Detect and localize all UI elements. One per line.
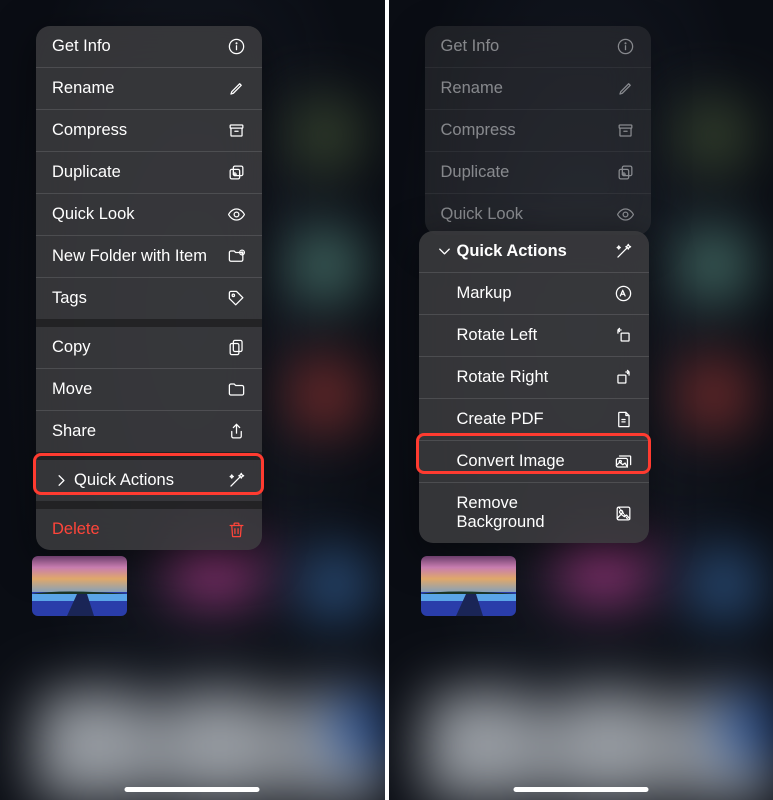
menu-item-remove-background[interactable]: Remove Background [419,483,649,543]
menu-separator [36,452,262,460]
menu-item-compress[interactable]: Compress [36,110,262,152]
home-indicator[interactable] [125,787,260,792]
menu-item-label: Remove Background [457,494,606,532]
chevron-right-icon [52,471,66,490]
menu-item-label: Duplicate [441,163,608,182]
menu-item-share[interactable]: Share [36,411,262,452]
menu-item-label: Compress [52,121,219,140]
menu-item-label: Share [52,422,219,441]
menu-item-label: Convert Image [457,452,606,471]
menu-item-create-pdf[interactable]: Create PDF [419,399,649,441]
menu-item-markup[interactable]: Markup [419,273,649,315]
menu-item-compress[interactable]: Compress [425,110,651,152]
duplicate-icon [616,163,635,182]
wand-icon [614,242,633,261]
menu-item-rotate-right[interactable]: Rotate Right [419,357,649,399]
eye-icon [227,205,246,224]
selected-file-thumbnail[interactable] [32,556,127,616]
menu-item-get-info[interactable]: Get Info [36,26,262,68]
chevron-down-icon [435,242,449,261]
menu-item-label: Rotate Right [457,368,606,387]
menu-item-label: Rename [441,79,608,98]
tag-icon [227,289,246,308]
menu-item-label: Quick Look [52,205,219,224]
menu-item-label: Move [52,380,219,399]
folder-badge-icon [227,247,246,266]
menu-item-new-folder-with-item[interactable]: New Folder with Item [36,236,262,278]
menu-separator [36,319,262,327]
trash-icon [227,520,246,539]
menu-item-copy[interactable]: Copy [36,327,262,369]
menu-item-tags[interactable]: Tags [36,278,262,319]
share-icon [227,422,246,441]
menu-item-label: Delete [52,520,219,539]
archivebox-icon [616,121,635,140]
menu-item-move[interactable]: Move [36,369,262,411]
menu-item-label: Quick Actions [457,242,606,261]
menu-item-quick-look[interactable]: Quick Look [36,194,262,236]
menu-item-duplicate[interactable]: Duplicate [36,152,262,194]
menu-item-label: Get Info [441,37,608,56]
menu-item-label: Compress [441,121,608,140]
home-indicator[interactable] [513,787,648,792]
selected-file-thumbnail[interactable] [421,556,516,616]
menu-item-convert-image[interactable]: Convert Image [419,441,649,483]
pencil-icon [227,79,246,98]
rotate-right-icon [614,368,633,387]
context-menu: Get Info Rename Compress Duplicate Quick Loo… [36,26,262,550]
menu-item-rename[interactable]: Rename [425,68,651,110]
folder-icon [227,380,246,399]
menu-item-label: Quick Look [441,205,608,224]
photo-stack-icon [614,452,633,471]
menu-item-duplicate[interactable]: Duplicate [425,152,651,194]
markup-icon [614,284,633,303]
pdf-icon [614,410,633,429]
menu-item-label: Rename [52,79,219,98]
context-menu-dimmed: Get Info Rename Compress Duplicate Quick Loo… [425,26,651,235]
wand-icon [227,471,246,490]
menu-item-label: Copy [52,338,219,357]
remove-bg-icon [614,504,633,523]
menu-item-label: New Folder with Item [52,247,219,266]
info-icon [616,37,635,56]
menu-item-label: Duplicate [52,163,219,182]
archivebox-icon [227,121,246,140]
menu-item-label: Rotate Left [457,326,606,345]
menu-item-label: Markup [457,284,606,303]
menu-item-rename[interactable]: Rename [36,68,262,110]
menu-item-label: Tags [52,289,219,308]
rotate-left-icon [614,326,633,345]
menu-item-quick-look[interactable]: Quick Look [425,194,651,235]
menu-item-label: Get Info [52,37,219,56]
menu-item-label: Quick Actions [74,471,219,490]
pencil-icon [616,79,635,98]
right-screenshot: Get Info Rename Compress Duplicate Quick Loo… [389,0,773,800]
copy-icon [227,338,246,357]
menu-item-rotate-left[interactable]: Rotate Left [419,315,649,357]
eye-icon [616,205,635,224]
menu-item-label: Create PDF [457,410,606,429]
duplicate-icon [227,163,246,182]
menu-item-quick-actions[interactable]: Quick Actions [419,231,649,273]
info-icon [227,37,246,56]
menu-item-get-info[interactable]: Get Info [425,26,651,68]
menu-separator [36,501,262,509]
menu-item-quick-actions[interactable]: Quick Actions [36,460,262,501]
quick-actions-submenu: Quick Actions Markup Rotate Left Rotate Rig… [419,231,649,543]
left-screenshot: Get Info Rename Compress Duplicate Quick Loo… [0,0,385,800]
menu-item-delete[interactable]: Delete [36,509,262,550]
